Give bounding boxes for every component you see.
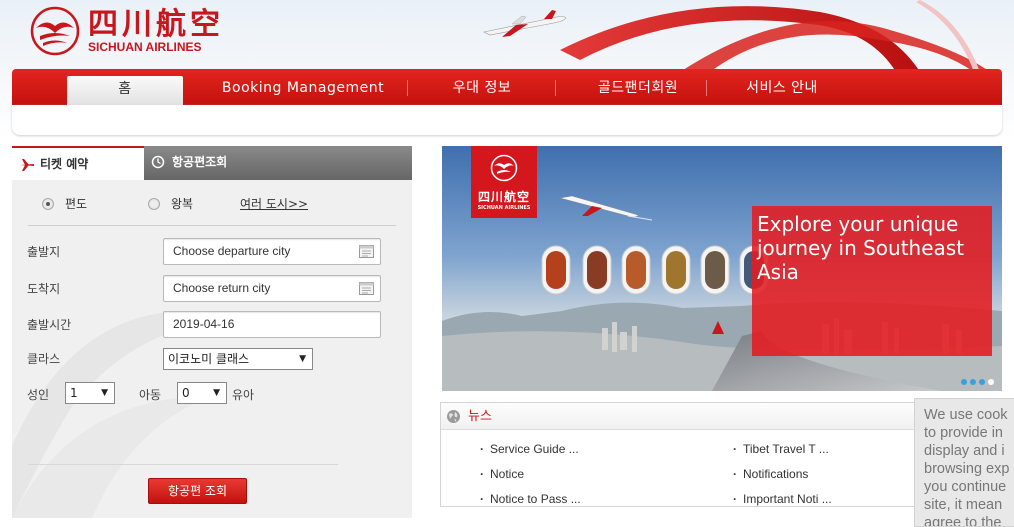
departure-city-input[interactable]: Choose departure city [163,238,381,265]
tab-flight-status[interactable]: 항공편조회 [144,146,412,180]
city-picker-icon[interactable] [359,282,374,295]
carousel-dot[interactable] [961,379,967,385]
round-trip-label: 왕복 [171,197,194,211]
news-panel: 뉴스 Service Guide ... Tibet Travel T ... … [440,402,918,507]
class-select[interactable]: 이코노미 클래스 ▼ [163,348,313,370]
brand-name-en: SICHUAN AIRLINES [88,39,202,54]
departure-date-value: 2019-04-16 [173,317,235,331]
banner-logo-en: SICHUAN AIRLINES [477,205,531,211]
news-item[interactable]: Service Guide ... [480,442,579,456]
child-count-select[interactable]: 0 ▼ [177,382,227,404]
round-trip-radio[interactable] [148,198,160,210]
tab-label: 항공편조회 [172,155,228,169]
nav-separator [706,80,707,96]
promo-text: Explore your unique journey in Southeast… [757,212,965,284]
chevron-down-icon: ▼ [101,388,108,398]
infant-label: 유아 [232,388,255,402]
nav-separator [555,80,556,96]
child-label: 아동 [139,388,162,402]
cookie-text-line: agree to the [924,515,1002,527]
banner-brand-logo: 四川航空 SICHUAN AIRLINES [471,146,537,218]
news-item[interactable]: Tibet Travel T ... [733,442,829,456]
divider [28,225,396,226]
carousel-dot-active[interactable] [988,379,994,385]
departure-label: 출발지 [27,245,61,259]
promo-text-box[interactable]: Explore your unique journey in Southeast… [752,206,992,356]
search-flights-button[interactable]: 항공편 조회 [148,478,247,504]
cookie-text-line: site, it mean [924,497,1003,513]
carousel-dots [961,379,994,385]
cookie-notice[interactable]: We use cook to provide in display and i … [914,398,1014,527]
nav-item-benefits[interactable]: 우대 정보 [422,69,542,105]
child-count-value: 0 [182,386,190,400]
carousel-dot[interactable] [979,379,985,385]
sub-nav-bar [12,105,1002,135]
main-nav: 홈 Booking Management 우대 정보 골드팬더회원 서비스 안내 [12,69,1002,105]
brand-logo[interactable]: 四川航空 SICHUAN AIRLINES [30,6,224,56]
arrival-city-input[interactable]: Choose return city [163,275,381,302]
nav-separator [407,80,408,96]
chevron-down-icon: ▼ [213,388,220,398]
nav-item-home[interactable]: 홈 [67,76,183,105]
globe-icon [447,410,460,423]
news-item[interactable]: Notice to Pass ... [480,492,581,506]
multi-city-link[interactable]: 여러 도시>> [240,196,308,212]
banner-logo-cn: 四川航空 [477,190,530,204]
cookie-text-line: browsing exp [924,461,1010,477]
news-header: 뉴스 [441,403,917,430]
trip-type-selector: 편도 왕복 여러 도시>> [12,196,412,214]
brand-name-cn: 四川航空 [88,6,224,42]
departure-date-label: 출발시간 [27,318,72,332]
nav-item-booking-management[interactable]: Booking Management [212,69,394,105]
sichuan-airlines-bird-logo-icon [30,6,80,56]
divider [28,464,338,465]
one-way-label: 편도 [65,197,88,211]
adult-count-select[interactable]: 1 ▼ [65,382,115,404]
arrival-placeholder: Choose return city [173,281,271,295]
decorative-ribbon [560,0,990,72]
city-picker-icon[interactable] [359,245,374,258]
one-way-radio[interactable] [42,198,54,210]
adult-count-value: 1 [70,386,78,400]
nav-item-service-guide[interactable]: 서비스 안내 [720,69,844,105]
cookie-text-line: We use cook [924,407,1008,423]
departure-date-input[interactable]: 2019-04-16 [163,311,381,338]
news-title: 뉴스 [468,409,492,424]
carousel-dot[interactable] [970,379,976,385]
tab-label: 티켓 예약 [40,157,89,171]
news-item[interactable]: Notifications [733,467,808,481]
nav-item-gold-panda-member[interactable]: 골드팬더회원 [570,69,706,105]
tab-ticket-booking[interactable]: 티켓 예약 [12,146,144,180]
promo-banner[interactable]: 四川航空 SICHUAN AIRLINES Explore your uniqu… [442,146,1002,391]
plane-icon [20,159,34,171]
news-item[interactable]: Important Noti ... [733,492,832,506]
adult-label: 성인 [27,388,50,402]
cookie-text-line: to provide in [924,425,1003,441]
airplane-icon [483,10,567,37]
booking-panel: 티켓 예약 항공편조회 편도 왕복 여러 도시>> 출발지 Choose dep… [12,146,412,518]
chevron-down-icon: ▼ [299,354,306,364]
header: 四川航空 SICHUAN AIRLINES [0,0,1014,72]
departure-placeholder: Choose departure city [173,244,291,258]
class-label: 클라스 [27,352,61,366]
sichuan-airlines-bird-logo-icon [490,154,518,182]
cookie-text-line: display and i [924,443,1005,459]
clock-icon [151,155,165,169]
news-item[interactable]: Notice [480,467,524,481]
arrival-label: 도착지 [27,282,61,296]
class-value: 이코노미 클래스 [168,352,250,366]
cookie-text-line: you continue [924,479,1007,495]
